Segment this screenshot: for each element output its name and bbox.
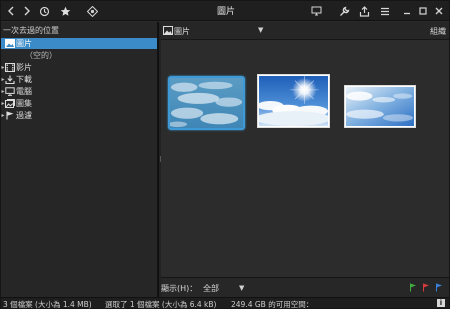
thumbnail-grid (161, 41, 449, 277)
path-bar: 圖片 ▼ 組織 (161, 22, 449, 40)
blue-flag-icon (436, 283, 442, 292)
sidebar-item-videos[interactable]: ▸ 影片 (1, 62, 157, 73)
sidebar-item-computer[interactable]: ▸ 電腦 (1, 86, 157, 97)
flag-red-button[interactable] (422, 283, 430, 294)
filter-label: 顯示(H)： (161, 284, 198, 293)
location-button[interactable] (85, 3, 99, 19)
sidebar-item-label: 電腦 (16, 87, 32, 96)
info-icon[interactable]: i (437, 299, 445, 307)
share-icon (359, 5, 369, 17)
status-file-count: 3 個檔案 (大小為 1.4 MB) (3, 300, 92, 309)
view-button[interactable] (309, 3, 323, 19)
album-icon (5, 99, 15, 108)
bookmark-button[interactable] (58, 3, 72, 19)
maximize-button[interactable] (417, 3, 429, 19)
star-icon (60, 6, 70, 16)
sidebar: 一次去過的位置 圖片 （空的） ▸ 影片 ▸ 下載 ▸ 電腦 ▸ 圖集 ▸ 過濾 (1, 22, 158, 297)
green-flag-icon (410, 283, 416, 292)
flag-green-button[interactable] (409, 283, 417, 294)
computer-icon (5, 87, 15, 96)
blue-sky-image (346, 87, 414, 126)
sun-sky-image (255, 76, 331, 126)
flag-icon (5, 111, 15, 120)
status-bar: 3 個檔案 (大小為 1.4 MB) 選取了 1 個檔案 (大小為 6.4 kB… (1, 297, 449, 309)
red-flag-icon (423, 283, 429, 292)
path-folder-button[interactable]: 圖片 (163, 26, 190, 37)
pictures-icon (5, 39, 15, 48)
status-selected: 選取了 1 個檔案 (大小為 6.4 kB) (105, 300, 217, 309)
path-folder-label: 圖片 (174, 27, 190, 36)
sidebar-item-downloads[interactable]: ▸ 下載 (1, 74, 157, 85)
path-dropdown-icon[interactable]: ▼ (258, 26, 263, 34)
sidebar-item-albums[interactable]: ▸ 圖集 (1, 98, 157, 109)
filter-select[interactable]: 全部 (203, 283, 219, 294)
content-area: 圖片 ▼ 組織 (161, 22, 449, 277)
close-button[interactable] (433, 3, 445, 19)
sidebar-item-filters[interactable]: ▸ 過濾 (1, 110, 157, 121)
sidebar-item-label: 過濾 (16, 111, 32, 120)
minimize-icon (404, 12, 410, 15)
wrench-icon (339, 6, 349, 16)
menu-icon (381, 7, 389, 15)
target-icon (86, 5, 98, 17)
app-window: 圖片 一次去過的位置 圖片 （空的） ▸ 影片 ▸ 下載 ▸ 電腦 ▸ 圖集 ▸… (0, 0, 450, 309)
minimize-button[interactable] (401, 3, 413, 19)
pictures-icon (163, 26, 173, 37)
history-button[interactable] (37, 3, 51, 19)
organize-button[interactable]: 組織 (430, 26, 446, 37)
chevron-left-icon (8, 6, 14, 16)
top-toolbar: 圖片 (1, 1, 449, 21)
window-title: 圖片 (216, 7, 235, 17)
sidebar-item-label: 圖集 (16, 99, 32, 108)
sidebar-item-label: 影片 (16, 63, 32, 72)
sidebar-item-label: 圖片 (16, 39, 32, 48)
film-icon (5, 63, 15, 72)
status-free-space: 249.4 GB 的可用空間： (231, 300, 314, 309)
monitor-icon (311, 6, 321, 16)
thumbnail-image-2[interactable] (255, 74, 331, 128)
close-icon (435, 7, 443, 15)
maximize-icon (419, 7, 427, 15)
flag-blue-button[interactable] (435, 283, 443, 294)
history-icon (39, 6, 49, 16)
thumbnail-image-1[interactable] (168, 76, 245, 130)
empty-label: （空的） (25, 51, 57, 60)
chevron-right-icon (24, 6, 30, 16)
sidebar-header: 一次去過的位置 (3, 26, 59, 35)
cloud-photo-image (168, 78, 243, 128)
sidebar-item-label: 下載 (16, 75, 32, 84)
menu-button[interactable] (378, 3, 392, 19)
thumbnail-image-3[interactable] (344, 85, 416, 128)
filter-bar: 顯示(H)： 全部 ▼ (161, 277, 449, 297)
tools-button[interactable] (337, 3, 351, 19)
share-button[interactable] (357, 3, 371, 19)
back-button[interactable] (5, 3, 17, 19)
sidebar-item-pictures[interactable]: 圖片 (1, 38, 157, 49)
forward-button[interactable] (21, 3, 33, 19)
download-icon (5, 75, 15, 84)
chevron-down-icon[interactable]: ▼ (239, 284, 244, 292)
